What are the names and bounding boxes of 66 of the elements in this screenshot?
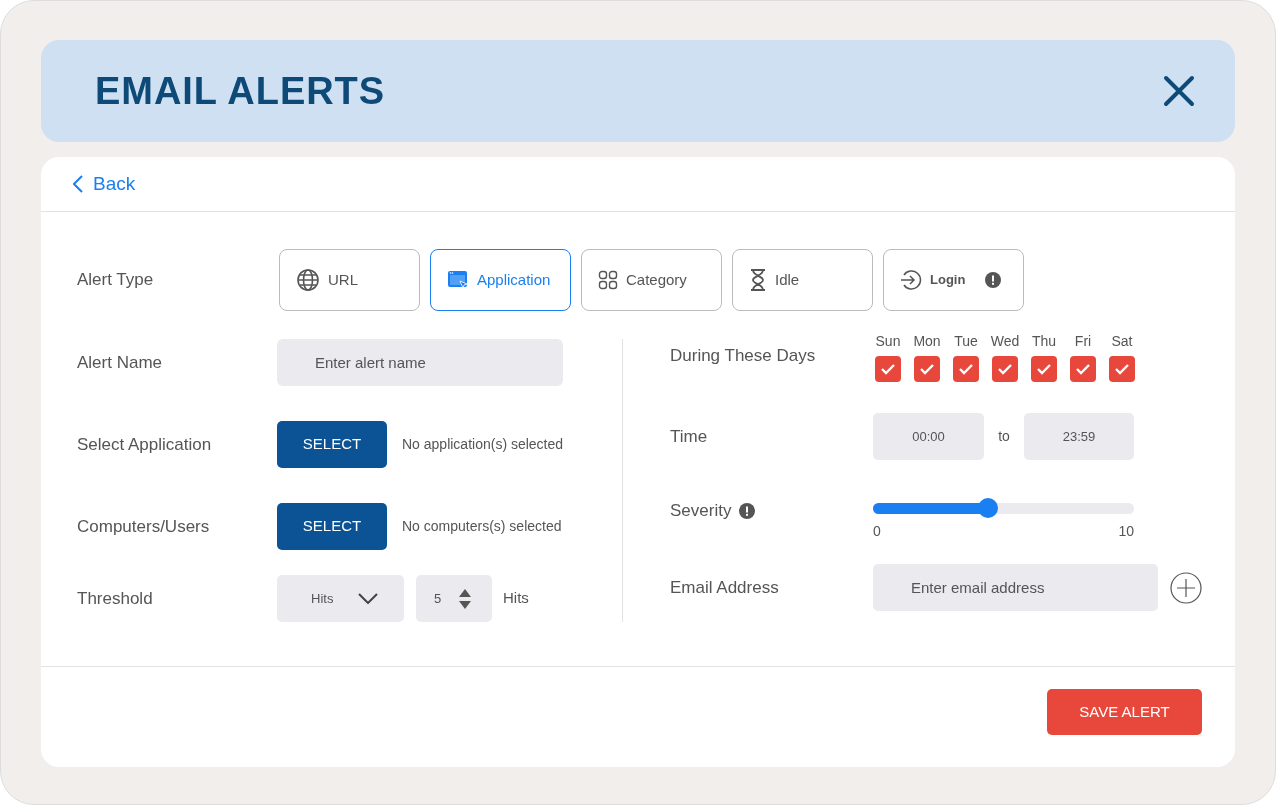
select-button[interactable]: SELECT [277,421,387,468]
page-title: EMAIL ALERTS [95,68,386,114]
day-label: Tue [954,332,978,351]
add-icon[interactable] [1170,571,1202,604]
info-icon[interactable] [739,502,756,519]
back-link[interactable]: Back [73,169,136,199]
field-label: Computers/Users [77,515,211,538]
alert-type-tab[interactable]: Application [430,249,571,311]
scale-max: 10 [1118,522,1134,541]
field-label: Email Address [670,576,780,599]
field-label: Alert Name [77,351,164,374]
field-label: Time [670,425,709,448]
day-checkbox[interactable] [875,356,901,382]
alert-type-tab[interactable]: Category [581,249,722,311]
day-label: Wed [990,332,1020,351]
up-down-arrows-icon [459,588,472,609]
severity-slider[interactable] [873,498,1134,518]
day-checkbox[interactable] [914,356,940,382]
chevron-down-icon [358,593,378,604]
email-field[interactable]: Enter email address [873,564,1158,611]
day-label: Sun [875,332,901,351]
checkmark-icon [1037,363,1051,375]
checkmark-icon [920,363,934,375]
checkmark-icon [998,363,1012,375]
login-icon [900,269,922,291]
end-time-field[interactable]: 23:59 [1024,413,1134,460]
day-label: Sat [1111,332,1133,351]
count-stepper[interactable]: 5 [416,575,492,622]
info-icon[interactable] [985,272,1002,288]
grid-icon [598,270,618,290]
close-icon[interactable] [1163,75,1195,107]
day-checkbox[interactable] [1109,356,1135,382]
start-time-field[interactable]: 00:00 [873,413,984,460]
globe-icon [296,268,320,292]
unit-dropdown[interactable]: Hits [277,575,404,622]
checkmark-icon [1076,363,1090,375]
checkmark-icon [1115,363,1129,375]
alert-name-field[interactable]: Enter alert name [277,339,563,386]
checkmark-icon [881,363,895,375]
window-icon [447,269,469,291]
day-checkbox[interactable] [953,356,979,382]
alert-type-tab[interactable]: Login [883,249,1024,311]
selection-status: No computers(s) selected [402,517,562,536]
hourglass-icon [749,269,767,291]
alert-type-tab[interactable]: Idle [732,249,873,311]
alert-type-tab[interactable]: URL [279,249,420,311]
chevron-left-icon [73,175,83,193]
day-checkbox[interactable] [992,356,1018,382]
select-button[interactable]: SELECT [277,503,387,550]
save-alert-button[interactable]: SAVE ALERT [1047,689,1202,735]
field-label: Severity [670,500,732,522]
unit-label: Hits [503,588,529,609]
field-label: Alert Type [77,269,155,292]
scale-min: 0 [873,522,881,541]
field-label: Select Application [77,433,213,456]
field-label: Threshold [77,587,154,610]
day-label: Mon [913,332,941,351]
checkmark-icon [959,363,973,375]
day-label: Fri [1074,332,1092,351]
slider-thumb[interactable] [977,498,998,518]
selection-status: No application(s) selected [402,435,564,454]
day-checkbox[interactable] [1031,356,1057,382]
day-label: Thu [1031,332,1057,351]
time-separator: to [997,427,1011,446]
day-checkbox[interactable] [1070,356,1096,382]
field-label: During These Days [670,345,817,367]
